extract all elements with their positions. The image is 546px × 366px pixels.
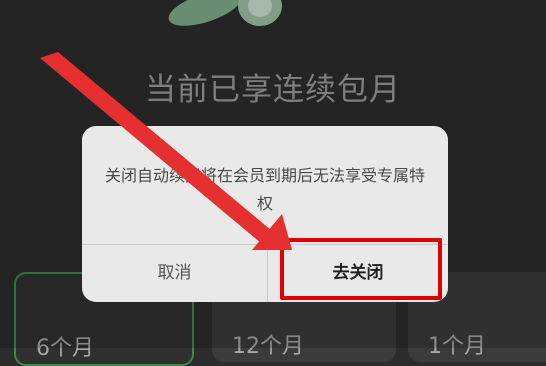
highlight-box xyxy=(280,238,442,300)
dialog-message: 关闭自动续费将在会员到期后无法享受专属特权 xyxy=(104,166,425,213)
cancel-button[interactable]: 取消 xyxy=(82,244,267,302)
